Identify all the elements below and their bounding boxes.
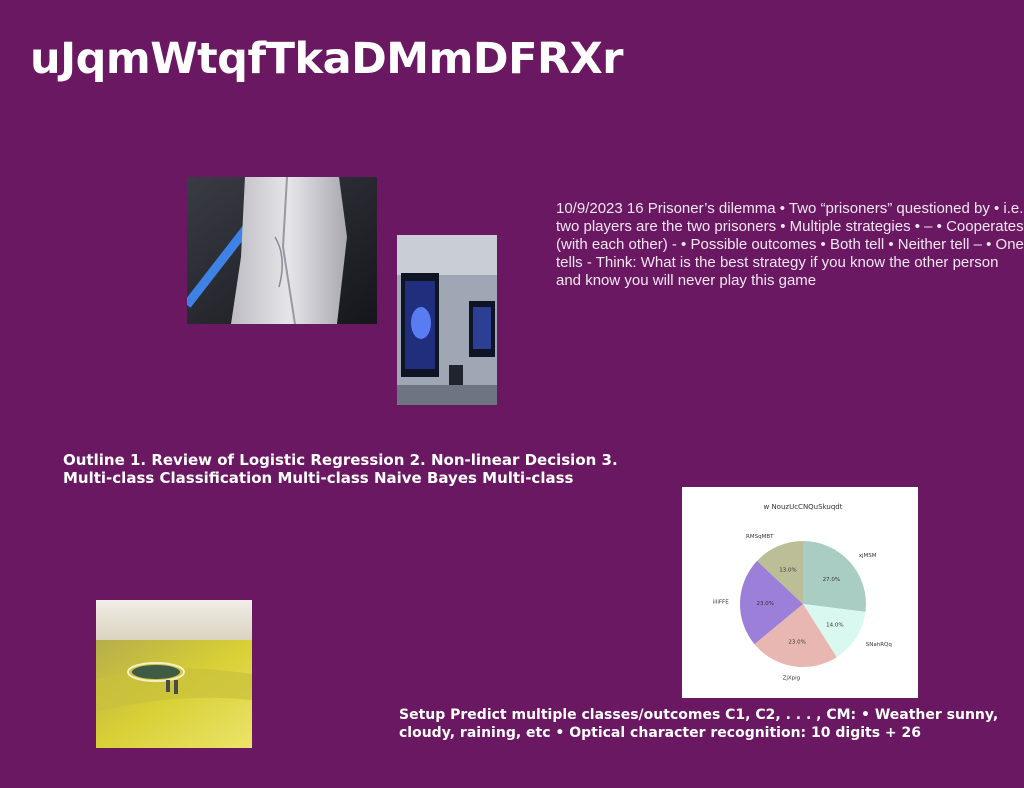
pie-category-label: ZjXpig	[783, 675, 801, 681]
setup-text: Setup Predict multiple classes/outcomes …	[399, 707, 999, 741]
chart-title: w NouzUcCNQuSkuqdt	[764, 503, 843, 511]
coat-photo	[187, 177, 377, 324]
pie-value-label: 27.0%	[823, 577, 840, 583]
pie-category-label: xjMSM	[859, 553, 877, 559]
pie-category-label: SNahRQq	[866, 642, 892, 648]
pie-chart-svg: w NouzUcCNQuSkuqdt 27.0% xjMSM 14.0% SNahRQ…	[713, 503, 892, 681]
outline-text: Outline 1. Review of Logistic Regression…	[63, 451, 618, 487]
pie-value-label: 13.0%	[779, 567, 796, 573]
gallery-screens-photo	[397, 235, 497, 405]
pie-value-label: 23.0%	[788, 639, 805, 645]
pie-category-label: RMSqMBT	[746, 534, 774, 540]
island-aerial-photo	[96, 600, 252, 748]
pie-value-label: 23.0%	[756, 601, 773, 607]
slide-title: uJqmWtqfTkaDMmDFRXr	[30, 34, 623, 84]
pie-chart: w NouzUcCNQuSkuqdt 27.0% xjMSM 14.0% SNahRQ…	[682, 487, 918, 698]
pie-category-label: iiliFFE	[713, 600, 729, 606]
pie-value-label: 14.0%	[826, 622, 843, 628]
prisoners-dilemma-text: 10/9/2023 16 Prisoner’s dilemma • Two “p…	[556, 200, 1024, 289]
